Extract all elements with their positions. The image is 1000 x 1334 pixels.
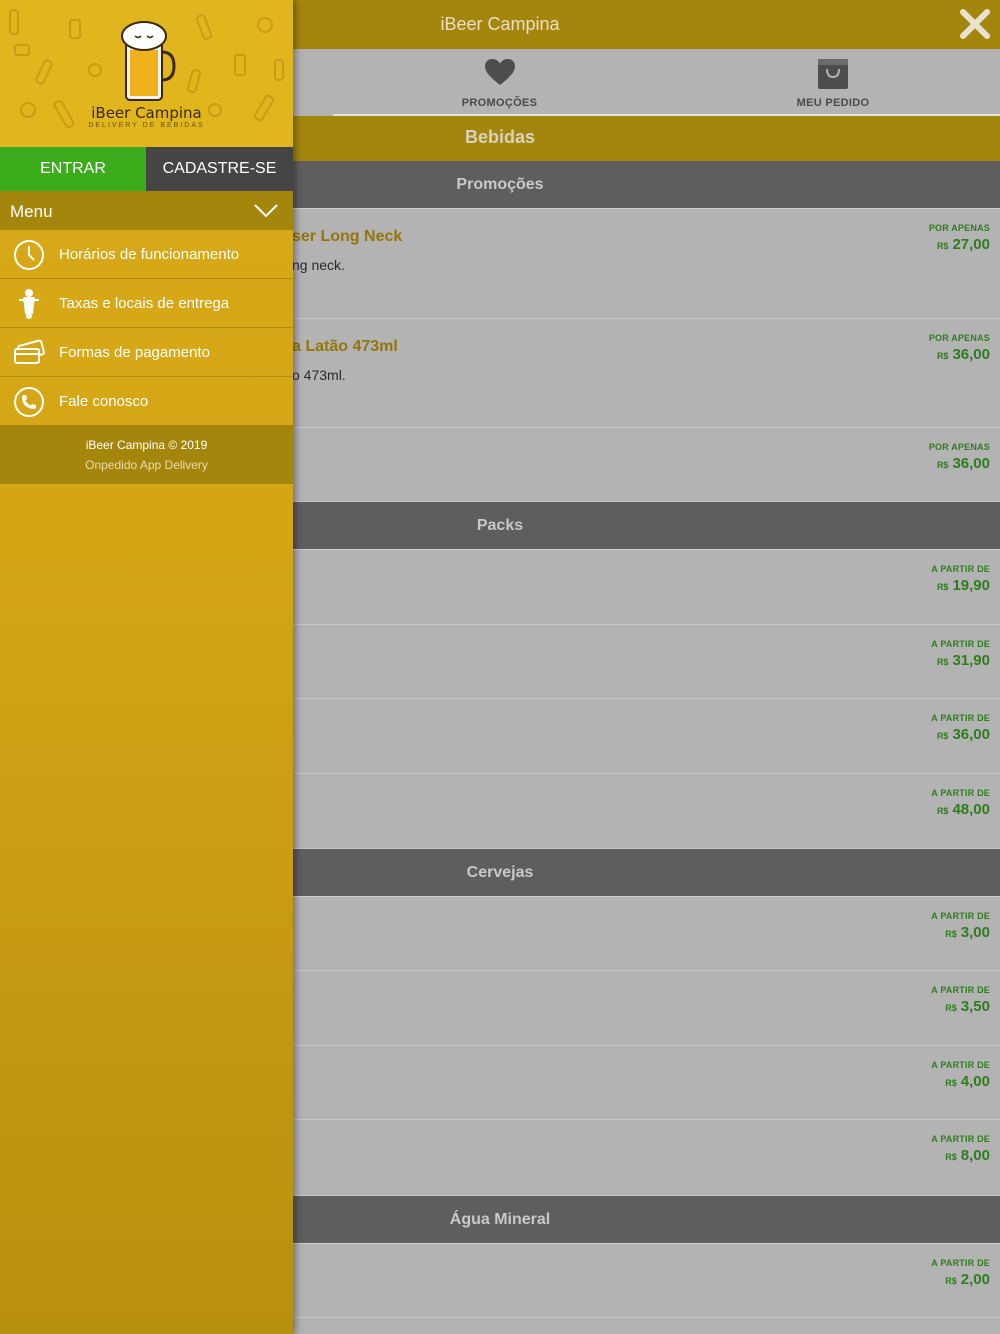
tab-promocoes-label: PROMOÇÕES (461, 97, 538, 109)
price-label: A PARTIR DE (931, 985, 990, 995)
beer-mug-logo-icon (121, 21, 176, 101)
product-price: R$ 3,00 (945, 924, 990, 941)
price-value: 2,00 (960, 1271, 990, 1288)
price-label: A PARTIR DE (931, 788, 990, 798)
price-label: A PARTIR DE (931, 713, 990, 723)
currency-symbol: R$ (945, 1276, 957, 1286)
price-label: A PARTIR DE (931, 639, 990, 649)
currency-symbol: R$ (936, 582, 949, 592)
drawer-tagline: DELIVERY DE BEBIDAS (88, 122, 205, 129)
price-value: 36,00 (952, 455, 990, 472)
product-description: o 473ml. (292, 367, 346, 383)
product-price: R$ 31,90 (937, 652, 990, 669)
price-label: A PARTIR DE (931, 911, 990, 921)
price-value: 36,00 (952, 726, 990, 743)
product-price: R$ 36,00 (937, 726, 990, 743)
delivery-scooter-icon (13, 288, 45, 320)
clock-icon (13, 239, 45, 271)
menu-item-taxas[interactable]: Taxas e locais de entrega (0, 279, 293, 328)
currency-symbol: R$ (945, 1003, 957, 1013)
menu-item-label: Taxas e locais de entrega (59, 295, 230, 312)
chevron-down-icon (253, 201, 279, 224)
menu-item-label: Horários de funcionamento (59, 246, 240, 263)
currency-symbol: R$ (936, 241, 949, 251)
menu-title: Menu (10, 202, 53, 221)
price-value: 48,00 (952, 801, 990, 818)
product-price: R$ 8,00 (945, 1147, 990, 1164)
footer-copyright: iBeer Campina © 2019 (85, 438, 208, 452)
price-label: A PARTIR DE (931, 564, 990, 574)
product-name: ser Long Neck (292, 228, 403, 245)
price-label: POR APENAS (928, 442, 990, 452)
drawer-footer: iBeer Campina © 2019 Onpedido App Delive… (0, 425, 293, 484)
menu-item-horarios[interactable]: Horários de funcionamento (0, 230, 293, 279)
price-value: 36,00 (952, 346, 990, 363)
menu-header[interactable]: Menu (0, 191, 293, 230)
currency-symbol: R$ (936, 731, 949, 741)
price-label: A PARTIR DE (931, 1060, 990, 1070)
product-price: R$ 2,00 (945, 1271, 990, 1288)
heart-icon (484, 58, 516, 91)
currency-symbol: R$ (945, 1078, 957, 1088)
price-value: 3,00 (960, 924, 990, 941)
product-name: a Latão 473ml (292, 338, 398, 355)
currency-symbol: R$ (936, 351, 949, 361)
menu-item-fale-conosco[interactable]: Fale conosco (0, 377, 293, 426)
price-label: POR APENAS (928, 223, 990, 233)
price-value: 27,00 (952, 236, 990, 253)
product-price: R$ 48,00 (937, 801, 990, 818)
tab-meu-pedido-label: MEU PEDIDO (796, 97, 870, 109)
payment-card-icon (13, 337, 45, 369)
product-price: R$ 27,00 (937, 236, 990, 253)
price-label: A PARTIR DE (931, 1258, 990, 1268)
tab-promocoes[interactable]: PROMOÇÕES (333, 49, 666, 116)
close-icon[interactable] (958, 7, 992, 41)
menu-item-label: Fale conosco (59, 393, 149, 410)
currency-symbol: R$ (945, 1152, 957, 1162)
price-value: 8,00 (960, 1147, 990, 1164)
currency-symbol: R$ (936, 657, 949, 667)
price-label: POR APENAS (928, 333, 990, 343)
menu-item-label: Formas de pagamento (59, 344, 210, 361)
tab-meu-pedido[interactable]: MEU PEDIDO (666, 49, 1000, 116)
product-description: ng neck. (292, 257, 345, 273)
product-price: R$ 3,50 (945, 998, 990, 1015)
product-price: R$ 19,90 (937, 577, 990, 594)
login-button[interactable]: ENTRAR (0, 147, 146, 191)
currency-symbol: R$ (936, 806, 949, 816)
price-label: A PARTIR DE (931, 1134, 990, 1144)
product-price: R$ 4,00 (945, 1073, 990, 1090)
signup-button[interactable]: CADASTRE-SE (146, 147, 293, 191)
drawer-brand-name: iBeer Campina (91, 104, 202, 122)
product-price: R$ 36,00 (937, 346, 990, 363)
shopping-bag-icon (817, 58, 849, 95)
price-value: 3,50 (960, 998, 990, 1015)
currency-symbol: R$ (945, 929, 957, 939)
phone-icon (13, 386, 45, 418)
product-price: R$ 36,00 (937, 455, 990, 472)
drawer-logo-header: iBeer Campina DELIVERY DE BEBIDAS (0, 0, 293, 147)
menu-item-pagamento[interactable]: Formas de pagamento (0, 328, 293, 377)
currency-symbol: R$ (936, 460, 949, 470)
side-drawer: iBeer Campina DELIVERY DE BEBIDAS ENTRAR… (0, 0, 293, 1334)
price-value: 4,00 (960, 1073, 990, 1090)
price-value: 31,90 (952, 652, 990, 669)
price-value: 19,90 (952, 577, 990, 594)
footer-platform: Onpedido App Delivery (85, 458, 208, 472)
